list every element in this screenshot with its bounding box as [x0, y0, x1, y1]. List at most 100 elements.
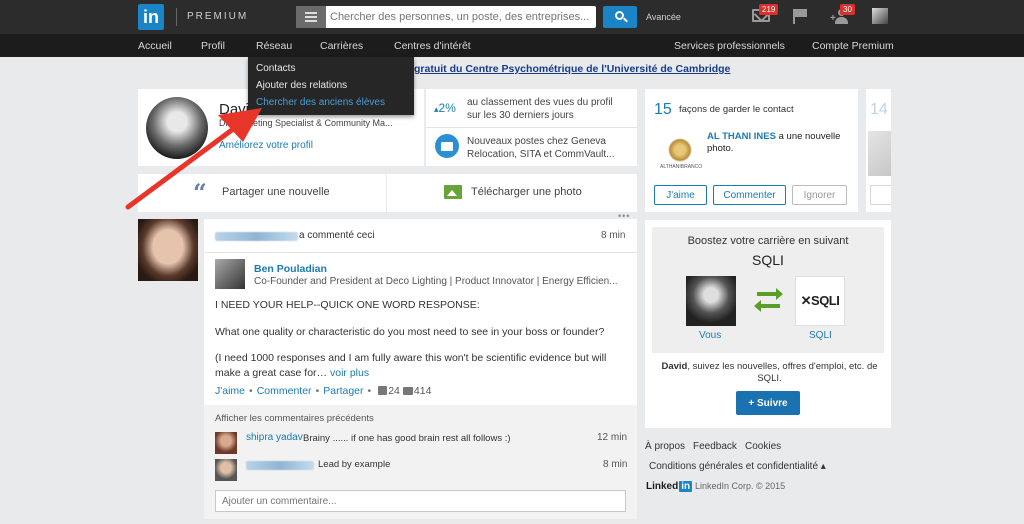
profile-photo[interactable] [146, 97, 208, 159]
company-logo-caption: ALTHANIBRANCO [660, 164, 703, 170]
search-box [296, 6, 596, 28]
post-actions: J'aime • Commenter • Partager • 24 414 [215, 385, 432, 397]
linkedin-logo[interactable]: in [138, 4, 164, 30]
contact-update: AL THANI INES a une nouvelle photo. [707, 131, 847, 155]
post-paragraph: What one quality or characteristic do yo… [215, 326, 605, 338]
profile-headline: Dir Marketing Specialist & Community Ma.… [219, 118, 393, 128]
ignore-button[interactable]: Ignorer [792, 185, 847, 205]
footer-feedback-link[interactable]: Feedback [693, 441, 737, 452]
notifications-flag-icon[interactable] [793, 9, 807, 24]
photo-icon [444, 185, 462, 199]
commenter-avatar[interactable] [138, 219, 198, 281]
comment-avatar[interactable] [215, 459, 237, 481]
nav-careers[interactable]: Carrières [320, 40, 363, 52]
stats-divider [426, 127, 637, 128]
new-jobs-text[interactable]: Nouveaux postes chez Geneva Relocation, … [467, 135, 632, 161]
nav-profile[interactable]: Profil [201, 40, 225, 52]
profile-views-stat[interactable]: ▴2% [434, 101, 456, 115]
author-headline: Co-Founder and President at Deco Lightin… [254, 276, 618, 287]
menu-item-find-alumni[interactable]: Chercher des anciens élèves [256, 97, 385, 108]
comment-avatar[interactable] [215, 432, 237, 454]
next-card-photo [868, 131, 891, 176]
keep-in-touch-title: façons de garder le contact [679, 104, 794, 115]
profile-views-percent: 2% [438, 101, 456, 115]
menu-item-contacts[interactable]: Contacts [256, 63, 295, 74]
author-photo[interactable] [215, 259, 245, 289]
footer-linkedin-logo: Linked in [646, 481, 693, 492]
footer-cookies-link[interactable]: Cookies [745, 441, 781, 452]
logo-divider [176, 8, 177, 26]
nav-home[interactable]: Accueil [138, 40, 172, 52]
comment-time: 8 min [603, 459, 628, 470]
promo-banner-link[interactable]: gratuit du Centre Psychométrique de l'Un… [414, 63, 730, 75]
comment-button[interactable]: Commenter [257, 385, 312, 397]
footer-logo-in: in [679, 481, 693, 492]
messages-badge: 219 [759, 4, 779, 15]
you-label[interactable]: Vous [699, 330, 721, 341]
post-paragraph: (I need 1000 responses and I am fully aw… [215, 351, 630, 381]
follow-description: David, suivez les nouvelles, offres d'em… [652, 361, 887, 385]
thumbs-up-icon [378, 386, 388, 395]
nav-business-services[interactable]: Services professionnels [674, 40, 785, 52]
account-avatar[interactable] [872, 8, 888, 24]
blurred-comment-author[interactable] [246, 461, 314, 470]
top-bar: in PREMIUM Avancée 219 + 30 [0, 0, 1024, 34]
blurred-commenter-name[interactable] [215, 232, 298, 241]
connections-badge: 30 [840, 4, 855, 15]
share-update-label[interactable]: Partager une nouvelle [222, 186, 330, 198]
menu-item-add-connections[interactable]: Ajouter des relations [256, 80, 347, 91]
search-input[interactable] [330, 9, 590, 25]
comment-author[interactable]: shipra yadav [246, 432, 303, 443]
show-previous-comments-link[interactable]: Afficher les commentaires précédents [215, 413, 374, 424]
post-paragraph: I NEED YOUR HELP--QUICK ONE WORD RESPONS… [215, 299, 480, 311]
nav-network[interactable]: Réseau [256, 40, 292, 52]
follow-description-text: , suivez les nouvelles, offres d'emploi,… [687, 361, 878, 384]
contact-name[interactable]: AL THANI INES [707, 131, 776, 142]
profile-name[interactable]: Davi [219, 101, 249, 118]
footer-copyright: LinkedIn Corp. © 2015 [695, 481, 786, 491]
viewer-name: David [661, 361, 688, 372]
sqli-logo[interactable]: ✕SQLI [795, 276, 845, 326]
improve-profile-link[interactable]: Améliorez votre profil [219, 140, 313, 151]
keep-in-touch-count: 15 [654, 101, 672, 118]
author-name[interactable]: Ben Pouladian [254, 263, 327, 275]
premium-label: PREMIUM [187, 11, 249, 22]
post-divider [204, 252, 637, 253]
nav-interests[interactable]: Centres d'intérêt [394, 40, 471, 52]
exchange-arrows-icon [754, 288, 783, 313]
post-paragraph-text: (I need 1000 responses and I am fully aw… [215, 352, 607, 379]
footer-about-link[interactable]: À propos [645, 441, 685, 452]
briefcase-icon [435, 134, 459, 158]
your-photo[interactable] [686, 276, 736, 326]
network-dropdown-menu: Contacts Ajouter des relations Chercher … [248, 57, 414, 115]
next-card-button [870, 185, 891, 205]
like-button[interactable]: J'aime [215, 385, 245, 397]
quote-icon: “ [193, 178, 207, 207]
company-name-title: SQLI [752, 252, 784, 268]
comment-time: 12 min [597, 432, 628, 443]
comments-count[interactable]: 414 [414, 385, 432, 397]
like-photo-button[interactable]: J'aime [654, 185, 707, 205]
advanced-search-link[interactable]: Avancée [646, 12, 681, 22]
next-card-count: 14 [870, 101, 888, 118]
search-menu-icon[interactable] [296, 6, 326, 28]
search-button[interactable] [603, 6, 637, 28]
post-time: 8 min [601, 230, 626, 241]
comment-bubble-icon [402, 387, 413, 395]
share-button[interactable]: Partager [323, 385, 363, 397]
follow-button[interactable]: + Suivre [736, 391, 800, 415]
upload-photo-label[interactable]: Télécharger une photo [471, 186, 582, 198]
company-label[interactable]: SQLI [809, 330, 832, 341]
boost-career-text: Boostez votre carrière en suivant [687, 235, 849, 247]
nav-premium-account[interactable]: Compte Premium [812, 40, 894, 52]
see-more-link[interactable]: voir plus [330, 367, 369, 379]
commented-text: a commenté ceci [299, 230, 375, 241]
profile-views-text[interactable]: au classement des vues du profil sur les… [467, 96, 627, 122]
company-logo[interactable]: ALTHANIBRANCO [660, 138, 702, 172]
likes-count[interactable]: 24 [388, 385, 400, 397]
add-comment-input[interactable] [215, 490, 626, 512]
footer-terms-link[interactable]: Conditions générales et confidentialité … [649, 461, 826, 472]
comment-text: Lead by example [318, 459, 391, 470]
comment-photo-button[interactable]: Commenter [713, 185, 786, 205]
comment-text: Brainy ...... if one has good brain rest… [303, 433, 511, 444]
